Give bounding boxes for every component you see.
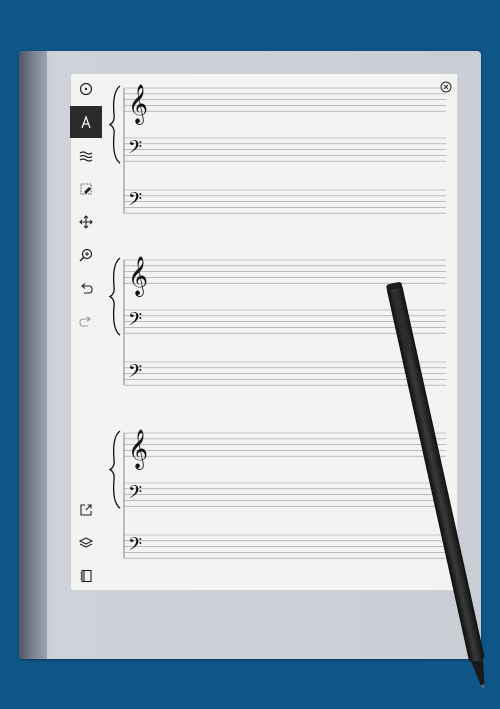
undo-button[interactable] xyxy=(70,272,102,304)
tablet-screen: 𝄞 𝄢 𝄢 𝄞 𝄢 𝄢 𝄞 𝄢 𝄢 xyxy=(70,73,458,591)
bass-clef: 𝄢 xyxy=(128,534,142,559)
treble-clef: 𝄞 xyxy=(128,256,148,297)
circle-dot-icon xyxy=(79,82,93,96)
zoom-button[interactable] xyxy=(70,239,102,271)
notebook-icon xyxy=(80,569,92,583)
bass-clef: 𝄢 xyxy=(128,309,142,334)
staff: 𝄢 xyxy=(124,309,446,334)
treble-clef: 𝄞 xyxy=(128,429,148,470)
staff: 𝄞 xyxy=(124,429,446,470)
staff: 𝄞 xyxy=(124,84,446,125)
menu-button[interactable] xyxy=(70,73,102,105)
layers-icon xyxy=(79,537,93,548)
highlighter-button[interactable] xyxy=(70,140,102,172)
export-button[interactable] xyxy=(70,494,102,526)
magnifier-icon xyxy=(79,248,93,262)
redo-button[interactable] xyxy=(70,305,102,337)
bass-clef: 𝄢 xyxy=(128,482,142,507)
treble-clef: 𝄞 xyxy=(128,84,148,125)
music-staff-sheet: 𝄞 𝄢 𝄢 𝄞 𝄢 𝄢 𝄞 𝄢 𝄢 xyxy=(108,84,446,559)
staff: 𝄢 xyxy=(124,137,446,162)
share-out-icon xyxy=(80,504,92,516)
tablet-spine xyxy=(19,51,47,659)
staff-system: 𝄞 𝄢 𝄢 xyxy=(108,256,446,386)
undo-arrow-icon xyxy=(81,283,93,294)
wavy-lines-icon xyxy=(79,151,93,162)
staff-system: 𝄞 𝄢 𝄢 xyxy=(108,429,446,559)
layers-button[interactable] xyxy=(70,527,102,559)
staff: 𝄢 xyxy=(124,534,446,559)
notebook-button[interactable] xyxy=(70,560,102,592)
staff-brace xyxy=(108,430,121,509)
staff: 𝄢 xyxy=(124,482,446,507)
eraser-icon xyxy=(80,183,92,195)
redo-arrow-icon xyxy=(79,316,91,327)
staff-brace xyxy=(108,257,121,336)
staff: 𝄞 xyxy=(124,256,446,297)
staff-brace xyxy=(108,85,121,164)
staff: 𝄢 xyxy=(124,361,446,386)
move-button[interactable] xyxy=(70,206,102,238)
pen-tool-button[interactable] xyxy=(70,106,102,138)
move-arrows-icon xyxy=(79,215,93,229)
bass-clef: 𝄢 xyxy=(128,361,142,386)
pen-nib-icon xyxy=(81,115,91,129)
eraser-button[interactable] xyxy=(70,173,102,205)
staff: 𝄢 xyxy=(124,189,446,214)
staff-system: 𝄞 𝄢 𝄢 xyxy=(108,84,446,214)
bass-clef: 𝄢 xyxy=(128,189,142,214)
bass-clef: 𝄢 xyxy=(128,137,142,162)
